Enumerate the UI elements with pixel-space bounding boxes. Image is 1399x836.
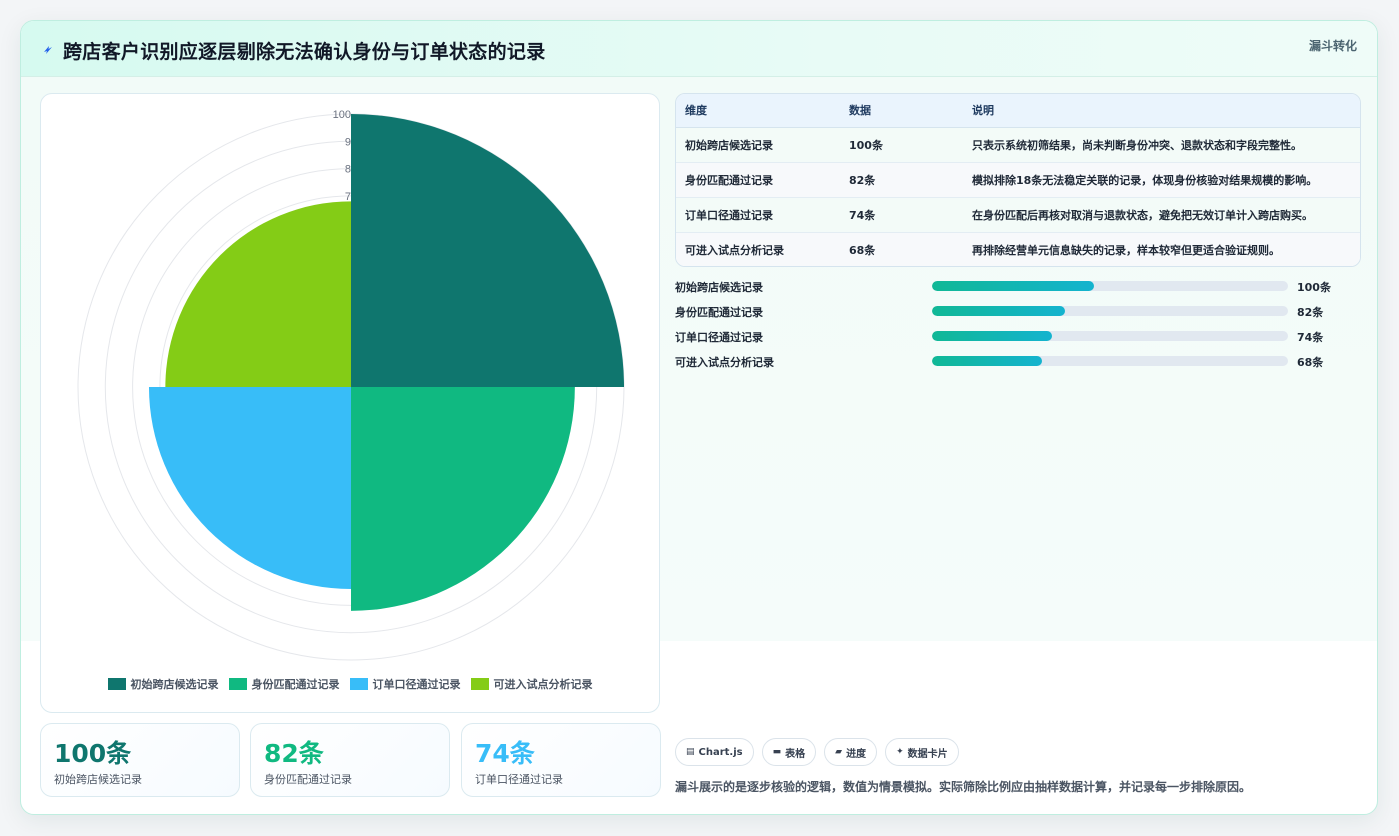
legend-label: 身份匹配通过记录: [251, 678, 340, 691]
progress-value: 82条: [1297, 306, 1324, 319]
stat-value: 82条: [264, 739, 324, 768]
legend-item[interactable]: 订单口径通过记录: [349, 676, 461, 692]
footnote: 漏斗展示的是逐步核验的逻辑，数值为情景模拟。实际筛除比例应由抽样数据计算，并记录…: [675, 780, 1252, 794]
progress-track: [932, 306, 1288, 316]
progress-value: 100条: [1297, 281, 1331, 294]
legend-swatch: [349, 678, 368, 690]
stat-value: 100条: [54, 739, 132, 768]
polar-sector[interactable]: [148, 387, 351, 590]
header-badge: 漏斗转化: [1308, 39, 1357, 53]
legend-item[interactable]: 身份匹配通过记录: [228, 676, 340, 692]
main-card: 跨店客户识别应逐层剔除无法确认身份与订单状态的记录 漏斗转化 100 9 8 7 初始…: [20, 20, 1378, 815]
stat-label: 身份匹配通过记录: [264, 773, 352, 786]
column-header: 说明: [963, 94, 1360, 128]
progress-row: 初始跨店候选记录 100条: [675, 277, 1361, 302]
header-bar: 跨店客户识别应逐层剔除无法确认身份与订单状态的记录 漏斗转化: [21, 21, 1377, 77]
stat-label: 订单口径通过记录: [475, 773, 563, 786]
tick-label: 7: [345, 191, 351, 203]
table-cell: 模拟排除18条无法稳定关联的记录，体现身份核验对结果规模的影响。: [963, 162, 1360, 198]
legend-label: 初始跨店候选记录: [130, 678, 219, 691]
stat-label: 初始跨店候选记录: [54, 773, 142, 786]
legend-item[interactable]: 初始跨店候选记录: [107, 676, 219, 692]
progress-track: [932, 356, 1288, 366]
progress-label: 订单口径通过记录: [675, 331, 763, 344]
chip-label: 表格: [785, 748, 806, 760]
legend-swatch: [228, 678, 247, 690]
progress-row: 可进入试点分析记录 68条: [675, 352, 1361, 377]
column-header: 维度: [676, 94, 840, 128]
progress-track: [932, 331, 1288, 341]
legend-swatch: [107, 678, 126, 690]
progress-row: 身份匹配通过记录 82条: [675, 302, 1361, 327]
sparkle-icon: ✦: [896, 747, 904, 757]
progress-icon: ▰: [835, 747, 843, 757]
legend-label: 订单口径通过记录: [372, 678, 461, 691]
progress-row: 订单口径通过记录 74条: [675, 327, 1361, 352]
table-row: 身份匹配通过记录 82条 模拟排除18条无法稳定关联的记录，体现身份核验对结果规…: [676, 162, 1360, 198]
progress-label: 身份匹配通过记录: [675, 306, 763, 319]
tick-label: 100: [333, 109, 351, 121]
chart-icon: ▤: [686, 747, 695, 757]
tag-chips: ▤ Chart.js ▬ 表格 ▰ 进度 ✦ 数据卡片: [675, 738, 959, 766]
progress-track: [932, 281, 1288, 291]
progress-value: 74条: [1297, 331, 1324, 344]
chip-label: 数据卡片: [907, 748, 948, 760]
tick-label: 8: [345, 164, 351, 176]
table-cell: 可进入试点分析记录: [676, 232, 840, 266]
table-cell: 初始跨店候选记录: [676, 127, 840, 163]
table-cell: 82条: [840, 162, 963, 198]
table-cell: 身份匹配通过记录: [676, 162, 840, 198]
table-cell: 在身份匹配后再核对取消与退款状态，避免把无效订单计入跨店购买。: [963, 197, 1360, 233]
chip-data-cards[interactable]: ✦ 数据卡片: [885, 738, 959, 766]
legend-label: 可进入试点分析记录: [493, 678, 593, 691]
progress-fill: [932, 306, 1065, 316]
tick-label: 9: [345, 136, 351, 148]
progress-fill: [932, 281, 1094, 291]
page-title: 跨店客户识别应逐层剔除无法确认身份与订单状态的记录: [63, 41, 546, 63]
polar-sector[interactable]: [351, 387, 575, 611]
polar-sector[interactable]: [351, 114, 624, 387]
lightning-icon: [44, 46, 52, 54]
table-cell: 100条: [840, 127, 963, 163]
progress-list: 初始跨店候选记录 100条 身份匹配通过记录 82条 订单口径通过记录 74条 …: [675, 277, 1361, 377]
stat-card-identity: 82条 身份匹配通过记录: [250, 723, 450, 797]
legend-swatch: [470, 678, 489, 690]
table-cell: 再排除经营单元信息缺失的记录，样本较窄但更适合验证规则。: [963, 232, 1360, 266]
progress-fill: [932, 331, 1052, 341]
stat-card-order: 74条 订单口径通过记录: [461, 723, 661, 797]
progress-label: 初始跨店候选记录: [675, 281, 763, 294]
polar-sector[interactable]: [165, 201, 351, 387]
progress-value: 68条: [1297, 356, 1324, 369]
table-cell: 74条: [840, 197, 963, 233]
progress-label: 可进入试点分析记录: [675, 356, 774, 369]
table-cell: 只表示系统初筛结果，尚未判断身份冲突、退款状态和字段完整性。: [963, 127, 1360, 163]
table-row: 订单口径通过记录 74条 在身份匹配后再核对取消与退款状态，避免把无效订单计入跨…: [676, 197, 1360, 233]
table-row: 可进入试点分析记录 68条 再排除经营单元信息缺失的记录，样本较窄但更适合验证规…: [676, 232, 1360, 266]
table-icon: ▬: [772, 747, 782, 757]
polar-area-chart[interactable]: 100 9 8 7: [41, 94, 661, 674]
chart-legend: 初始跨店候选记录 身份匹配通过记录 订单口径通过记录 可进入试点分析记录: [41, 676, 659, 692]
polar-chart-panel: 100 9 8 7 初始跨店候选记录 身份匹配通过记录 订单口径通过记录 可进入试点分…: [40, 93, 660, 713]
chip-progress[interactable]: ▰ 进度: [824, 738, 878, 766]
stat-card-initial: 100条 初始跨店候选记录: [40, 723, 240, 797]
table-cell: 68条: [840, 232, 963, 266]
progress-fill: [932, 356, 1042, 366]
data-table: 维度 数据 说明 初始跨店候选记录 100条 只表示系统初筛结果，尚未判断身份冲…: [675, 93, 1361, 267]
column-header: 数据: [840, 94, 963, 128]
chip-label: 进度: [846, 748, 867, 760]
table-row: 初始跨店候选记录 100条 只表示系统初筛结果，尚未判断身份冲突、退款状态和字段…: [676, 127, 1360, 163]
legend-item[interactable]: 可进入试点分析记录: [470, 676, 593, 692]
chip-label: Chart.js: [698, 746, 743, 758]
table-header-row: 维度 数据 说明: [676, 94, 1360, 128]
stat-value: 74条: [475, 739, 535, 768]
table-cell: 订单口径通过记录: [676, 197, 840, 233]
chip-table[interactable]: ▬ 表格: [761, 738, 817, 766]
chip-chartjs[interactable]: ▤ Chart.js: [675, 738, 754, 766]
